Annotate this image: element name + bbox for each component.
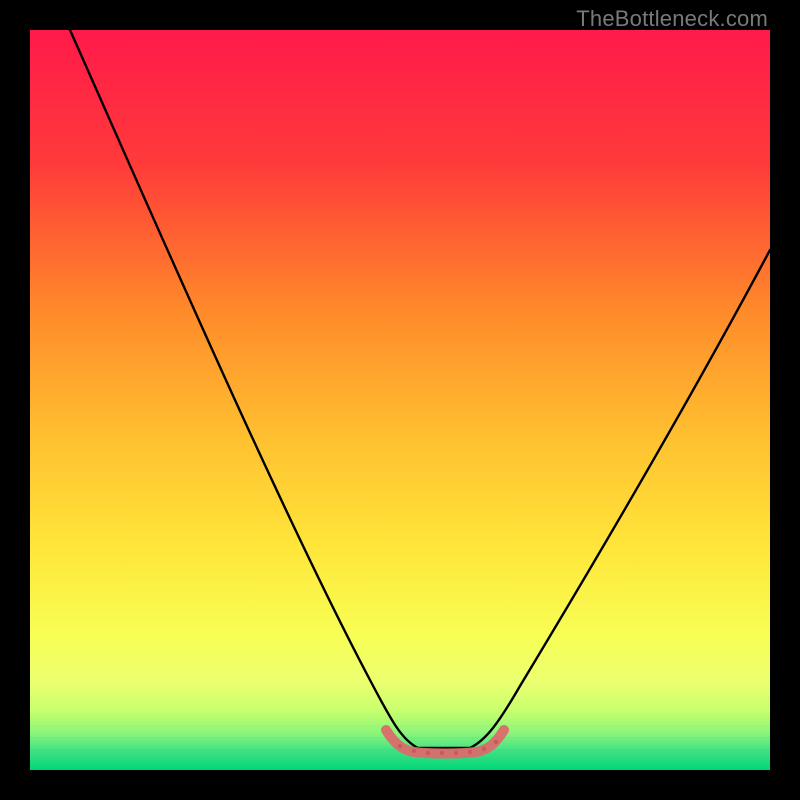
watermark-text: TheBottleneck.com bbox=[576, 6, 768, 32]
chart-stage: TheBottleneck.com bbox=[0, 0, 800, 800]
main-curve-path bbox=[70, 30, 770, 748]
curve-layer bbox=[30, 30, 770, 770]
plot-area bbox=[30, 30, 770, 770]
bottom-marker-strip bbox=[386, 730, 504, 754]
